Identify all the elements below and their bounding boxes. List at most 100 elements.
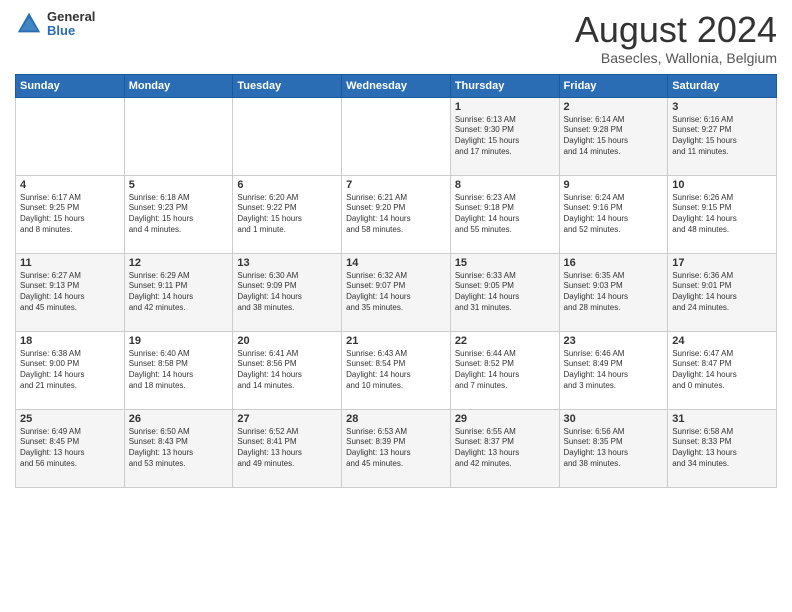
day-info: Sunrise: 6:24 AM Sunset: 9:16 PM Dayligh… bbox=[564, 193, 664, 236]
day-cell: 24 Sunrise: 6:47 AM Sunset: 8:47 PM Dayli… bbox=[668, 331, 777, 409]
day-info: Sunrise: 6:55 AM Sunset: 8:37 PM Dayligh… bbox=[455, 427, 555, 470]
day-number: 31 bbox=[672, 413, 772, 425]
day-info: Sunrise: 6:18 AM Sunset: 9:23 PM Dayligh… bbox=[129, 193, 229, 236]
day-number: 2 bbox=[564, 101, 664, 113]
day-cell: 28Sunrise: 6:53 AM Sunset: 8:39 PM Dayli… bbox=[342, 409, 451, 487]
day-info: Sunrise: 6:36 AM Sunset: 9:01 PM Dayligh… bbox=[672, 271, 772, 314]
day-number: 7 bbox=[346, 179, 446, 191]
day-info: Sunrise: 6:40 AM Sunset: 8:58 PM Dayligh… bbox=[129, 349, 229, 392]
month-title: August 2024 bbox=[575, 10, 777, 50]
day-number: 5 bbox=[129, 179, 229, 191]
day-info: Sunrise: 6:17 AM Sunset: 9:25 PM Dayligh… bbox=[20, 193, 120, 236]
header-row: SundayMondayTuesdayWednesdayThursdayFrid… bbox=[16, 74, 777, 97]
day-info: Sunrise: 6:38 AM Sunset: 9:00 PM Dayligh… bbox=[20, 349, 120, 392]
day-number: 14 bbox=[346, 257, 446, 269]
calendar-table: SundayMondayTuesdayWednesdayThursdayFrid… bbox=[15, 74, 777, 488]
day-cell: 5 Sunrise: 6:18 AM Sunset: 9:23 PM Daylig… bbox=[124, 175, 233, 253]
day-cell: 1 Sunrise: 6:13 AM Sunset: 9:30 PM Daylig… bbox=[450, 97, 559, 175]
day-number: 4 bbox=[20, 179, 120, 191]
day-info: Sunrise: 6:30 AM Sunset: 9:09 PM Dayligh… bbox=[237, 271, 337, 314]
col-header-saturday: Saturday bbox=[668, 74, 777, 97]
day-cell: 4 Sunrise: 6:17 AM Sunset: 9:25 PM Daylig… bbox=[16, 175, 125, 253]
day-number: 19 bbox=[129, 335, 229, 347]
day-cell: 6Sunrise: 6:20 AM Sunset: 9:22 PM Daylig… bbox=[233, 175, 342, 253]
day-cell: 30 Sunrise: 6:56 AM Sunset: 8:35 PM Dayli… bbox=[559, 409, 668, 487]
day-number: 30 bbox=[564, 413, 664, 425]
day-info: Sunrise: 6:26 AM Sunset: 9:15 PM Dayligh… bbox=[672, 193, 772, 236]
day-number: 13 bbox=[237, 257, 337, 269]
day-info: Sunrise: 6:44 AM Sunset: 8:52 PM Dayligh… bbox=[455, 349, 555, 392]
day-cell: 17 Sunrise: 6:36 AM Sunset: 9:01 PM Dayli… bbox=[668, 253, 777, 331]
day-info: Sunrise: 6:29 AM Sunset: 9:11 PM Dayligh… bbox=[129, 271, 229, 314]
day-cell: 16 Sunrise: 6:35 AM Sunset: 9:03 PM Dayli… bbox=[559, 253, 668, 331]
day-info: Sunrise: 6:32 AM Sunset: 9:07 PM Dayligh… bbox=[346, 271, 446, 314]
logo-text: General Blue bbox=[47, 10, 95, 39]
logo-icon bbox=[15, 10, 43, 38]
day-info: Sunrise: 6:16 AM Sunset: 9:27 PM Dayligh… bbox=[672, 115, 772, 158]
day-cell: 11 Sunrise: 6:27 AM Sunset: 9:13 PM Dayli… bbox=[16, 253, 125, 331]
week-row-2: 11 Sunrise: 6:27 AM Sunset: 9:13 PM Dayli… bbox=[16, 253, 777, 331]
day-cell: 26 Sunrise: 6:50 AM Sunset: 8:43 PM Dayli… bbox=[124, 409, 233, 487]
location: Basecles, Wallonia, Belgium bbox=[575, 50, 777, 66]
day-cell bbox=[233, 97, 342, 175]
week-row-0: 1 Sunrise: 6:13 AM Sunset: 9:30 PM Daylig… bbox=[16, 97, 777, 175]
day-number: 27 bbox=[237, 413, 337, 425]
title-block: August 2024 Basecles, Wallonia, Belgium bbox=[575, 10, 777, 66]
day-cell: 2 Sunrise: 6:14 AM Sunset: 9:28 PM Daylig… bbox=[559, 97, 668, 175]
day-info: Sunrise: 6:14 AM Sunset: 9:28 PM Dayligh… bbox=[564, 115, 664, 158]
day-cell: 9Sunrise: 6:24 AM Sunset: 9:16 PM Daylig… bbox=[559, 175, 668, 253]
day-cell: 7 Sunrise: 6:21 AM Sunset: 9:20 PM Daylig… bbox=[342, 175, 451, 253]
logo-blue: Blue bbox=[47, 24, 95, 38]
week-row-3: 18 Sunrise: 6:38 AM Sunset: 9:00 PM Dayli… bbox=[16, 331, 777, 409]
day-cell: 13 Sunrise: 6:30 AM Sunset: 9:09 PM Dayli… bbox=[233, 253, 342, 331]
day-info: Sunrise: 6:23 AM Sunset: 9:18 PM Dayligh… bbox=[455, 193, 555, 236]
day-cell: 19 Sunrise: 6:40 AM Sunset: 8:58 PM Dayli… bbox=[124, 331, 233, 409]
day-cell: 14 Sunrise: 6:32 AM Sunset: 9:07 PM Dayli… bbox=[342, 253, 451, 331]
day-cell: 21Sunrise: 6:43 AM Sunset: 8:54 PM Dayli… bbox=[342, 331, 451, 409]
day-cell bbox=[124, 97, 233, 175]
day-info: Sunrise: 6:41 AM Sunset: 8:56 PM Dayligh… bbox=[237, 349, 337, 392]
day-number: 6 bbox=[237, 179, 337, 191]
day-info: Sunrise: 6:27 AM Sunset: 9:13 PM Dayligh… bbox=[20, 271, 120, 314]
day-cell bbox=[342, 97, 451, 175]
day-number: 11 bbox=[20, 257, 120, 269]
day-info: Sunrise: 6:21 AM Sunset: 9:20 PM Dayligh… bbox=[346, 193, 446, 236]
day-number: 18 bbox=[20, 335, 120, 347]
day-cell: 29 Sunrise: 6:55 AM Sunset: 8:37 PM Dayli… bbox=[450, 409, 559, 487]
day-info: Sunrise: 6:56 AM Sunset: 8:35 PM Dayligh… bbox=[564, 427, 664, 470]
day-info: Sunrise: 6:58 AM Sunset: 8:33 PM Dayligh… bbox=[672, 427, 772, 470]
day-number: 29 bbox=[455, 413, 555, 425]
day-number: 26 bbox=[129, 413, 229, 425]
day-cell: 3 Sunrise: 6:16 AM Sunset: 9:27 PM Daylig… bbox=[668, 97, 777, 175]
week-row-1: 4 Sunrise: 6:17 AM Sunset: 9:25 PM Daylig… bbox=[16, 175, 777, 253]
day-cell: 22 Sunrise: 6:44 AM Sunset: 8:52 PM Dayli… bbox=[450, 331, 559, 409]
day-info: Sunrise: 6:47 AM Sunset: 8:47 PM Dayligh… bbox=[672, 349, 772, 392]
day-number: 22 bbox=[455, 335, 555, 347]
day-cell: 20 Sunrise: 6:41 AM Sunset: 8:56 PM Dayli… bbox=[233, 331, 342, 409]
day-cell: 31 Sunrise: 6:58 AM Sunset: 8:33 PM Dayli… bbox=[668, 409, 777, 487]
day-cell: 27Sunrise: 6:52 AM Sunset: 8:41 PM Dayli… bbox=[233, 409, 342, 487]
col-header-monday: Monday bbox=[124, 74, 233, 97]
day-number: 17 bbox=[672, 257, 772, 269]
day-number: 25 bbox=[20, 413, 120, 425]
day-cell: 8Sunrise: 6:23 AM Sunset: 9:18 PM Daylig… bbox=[450, 175, 559, 253]
day-number: 1 bbox=[455, 101, 555, 113]
day-info: Sunrise: 6:50 AM Sunset: 8:43 PM Dayligh… bbox=[129, 427, 229, 470]
day-cell: 18 Sunrise: 6:38 AM Sunset: 9:00 PM Dayli… bbox=[16, 331, 125, 409]
day-info: Sunrise: 6:35 AM Sunset: 9:03 PM Dayligh… bbox=[564, 271, 664, 314]
day-number: 10 bbox=[672, 179, 772, 191]
day-number: 21 bbox=[346, 335, 446, 347]
day-number: 16 bbox=[564, 257, 664, 269]
day-info: Sunrise: 6:49 AM Sunset: 8:45 PM Dayligh… bbox=[20, 427, 120, 470]
col-header-friday: Friday bbox=[559, 74, 668, 97]
logo: General Blue bbox=[15, 10, 95, 39]
day-number: 20 bbox=[237, 335, 337, 347]
day-number: 28 bbox=[346, 413, 446, 425]
col-header-tuesday: Tuesday bbox=[233, 74, 342, 97]
day-info: Sunrise: 6:13 AM Sunset: 9:30 PM Dayligh… bbox=[455, 115, 555, 158]
day-number: 24 bbox=[672, 335, 772, 347]
col-header-sunday: Sunday bbox=[16, 74, 125, 97]
day-number: 3 bbox=[672, 101, 772, 113]
day-number: 12 bbox=[129, 257, 229, 269]
col-header-thursday: Thursday bbox=[450, 74, 559, 97]
